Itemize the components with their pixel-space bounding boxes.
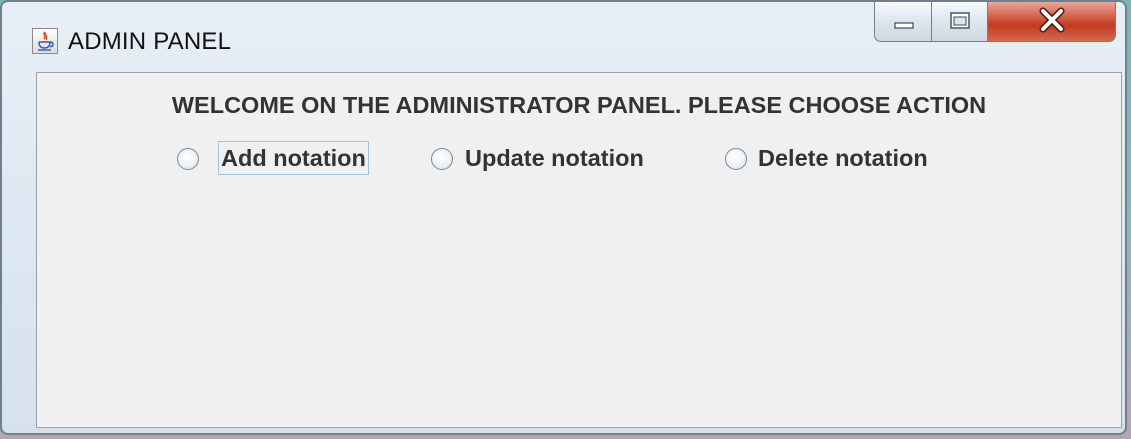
close-icon — [1039, 7, 1065, 33]
maximize-icon — [950, 12, 970, 29]
add-notation-label[interactable]: Add notation — [218, 141, 369, 175]
java-icon[interactable] — [32, 28, 58, 54]
window-title: ADMIN PANEL — [68, 28, 232, 55]
update-notation-label[interactable]: Update notation — [465, 144, 644, 172]
radio-circle-icon[interactable] — [725, 148, 747, 170]
admin-panel-window: ADMIN PANEL WELCOME ON THE ADMINISTRATOR… — [0, 0, 1127, 435]
radio-circle-icon[interactable] — [431, 148, 453, 170]
delete-notation-label[interactable]: Delete notation — [758, 144, 928, 172]
minimize-button[interactable] — [874, 2, 932, 42]
maximize-button[interactable] — [932, 2, 988, 42]
minimize-icon — [894, 22, 914, 29]
action-radio-group: Add notation Update notation Delete nota… — [37, 141, 1121, 177]
radio-circle-icon[interactable] — [177, 148, 199, 170]
welcome-message: WELCOME ON THE ADMINISTRATOR PANEL. PLEA… — [171, 92, 987, 118]
content-panel: WELCOME ON THE ADMINISTRATOR PANEL. PLEA… — [36, 72, 1122, 428]
title-bar[interactable]: ADMIN PANEL — [2, 2, 1125, 68]
close-button[interactable] — [988, 2, 1116, 42]
